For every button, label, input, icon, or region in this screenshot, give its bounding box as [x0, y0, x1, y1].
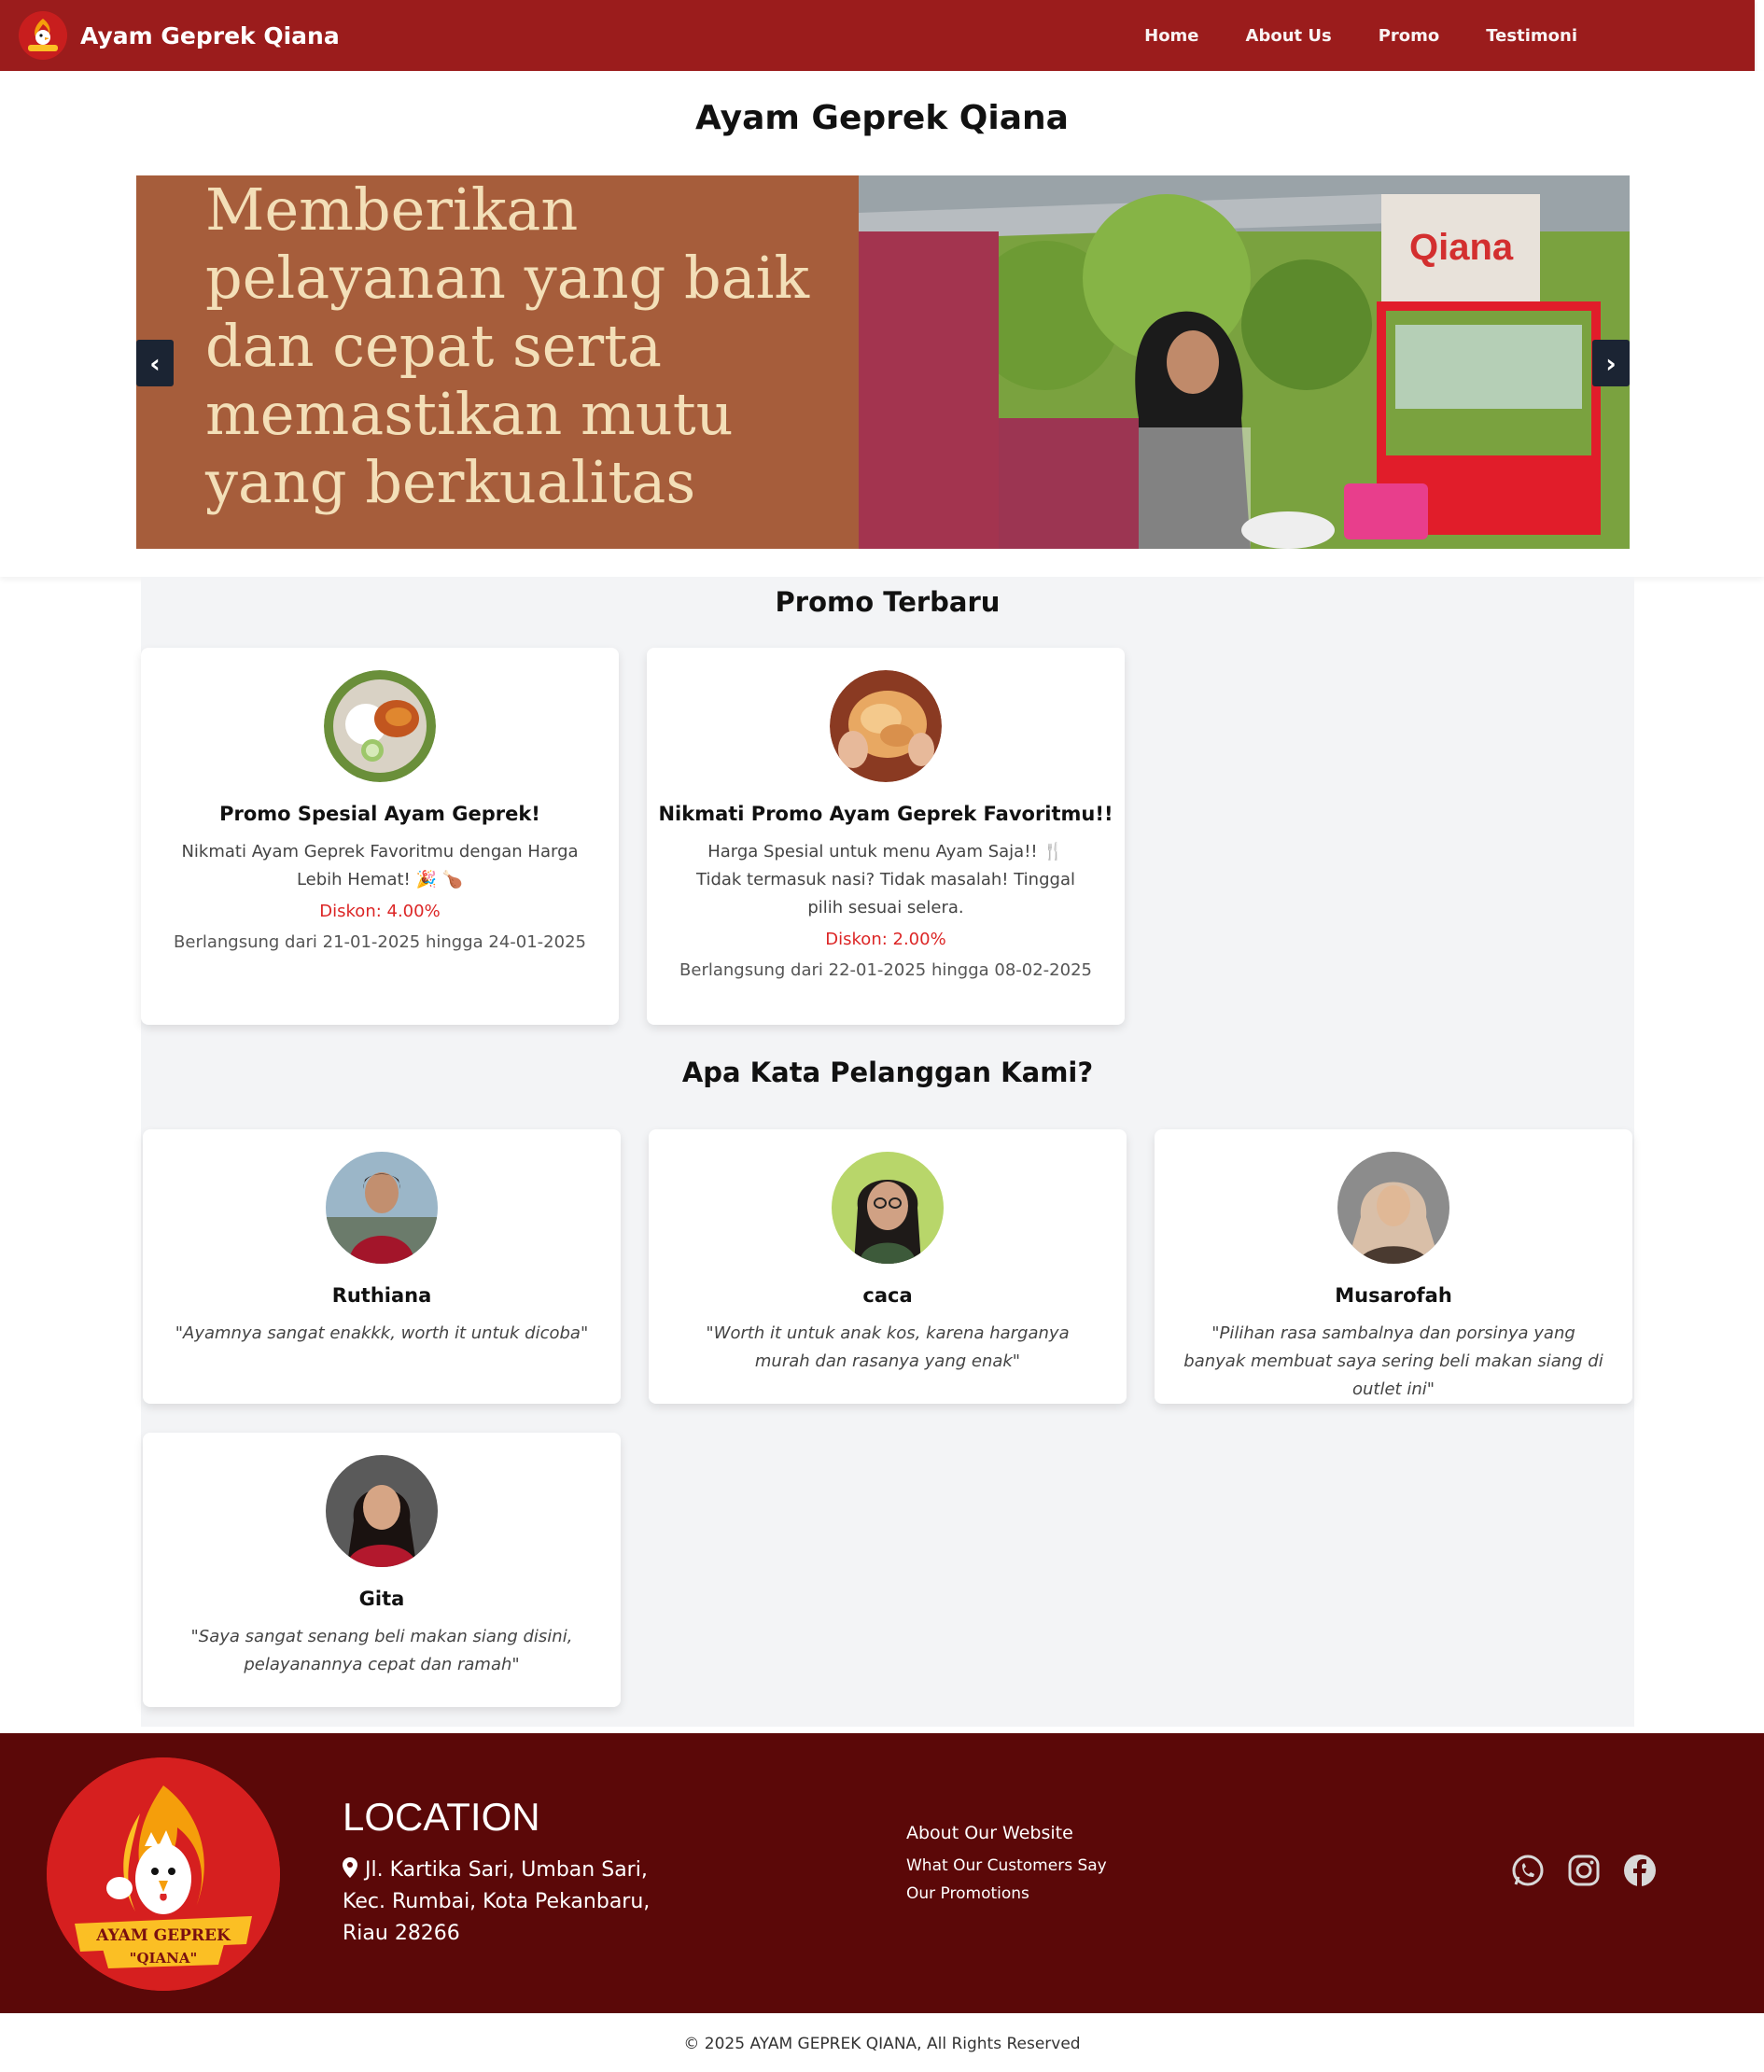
promo-title: Promo Terbaru [775, 586, 1001, 618]
promo-card-discount: Diskon: 2.00% [825, 930, 946, 949]
address-text: Jl. Kartika Sari, Umban Sari, Kec. Rumba… [343, 1858, 651, 1945]
customers-say-link[interactable]: What Our Customers Say [906, 1856, 1107, 1875]
customer-name: Ruthiana [331, 1284, 432, 1307]
nav-link-about[interactable]: About Us [1246, 26, 1332, 46]
page: Ayam Geprek Qiana Home About Us Promo Te… [0, 0, 1764, 2072]
footer-logo-icon: AYAM GEPREK "QIANA" [47, 1757, 280, 1991]
location-address: Jl. Kartika Sari, Umban Sari, Kec. Rumba… [343, 1855, 660, 1950]
nav-link-testimoni[interactable]: Testimoni [1486, 26, 1577, 46]
customer-avatar [832, 1152, 944, 1264]
customer-avatar [326, 1152, 438, 1264]
testimonial-card: Gita "Saya sangat senang beli makan sian… [143, 1433, 621, 1707]
customer-quote: "Pilihan rasa sambalnya dan porsinya yan… [1183, 1323, 1603, 1399]
whatsapp-icon[interactable] [1510, 1853, 1546, 1888]
customer-quote: "Worth it untuk anak kos, karena hargany… [706, 1323, 1070, 1371]
promo-card[interactable]: Promo Spesial Ayam Geprek! Nikmati Ayam … [141, 648, 619, 1025]
brand[interactable]: Ayam Geprek Qiana [19, 11, 340, 60]
slide-text-panel: Memberikan pelayanan yang baik dan cepat… [136, 175, 859, 549]
social-links [1510, 1853, 1678, 1888]
promo-section: Promo Terbaru Promo Spesial Ayam Geprek!… [141, 577, 1634, 1055]
promo-card-title: Nikmati Promo Ayam Geprek Favoritmu!! [658, 803, 1113, 825]
facebook-icon[interactable] [1622, 1853, 1658, 1888]
svg-text:"QIANA": "QIANA" [130, 1950, 198, 1967]
nav-links: Home About Us Promo Testimoni [1098, 0, 1577, 71]
hero-title: Ayam Geprek Qiana [695, 99, 1069, 137]
testimonial-card: Musarofah "Pilihan rasa sambalnya dan po… [1155, 1129, 1632, 1404]
promo-card-date: Berlangsung dari 21-01-2025 hingga 24-01… [174, 932, 586, 952]
promo-card-desc: Harga Spesial untuk menu Ayam Saja!! 🍴 T… [696, 842, 1075, 917]
testimonial-card: caca "Worth it untuk anak kos, karena ha… [649, 1129, 1127, 1404]
about-website-link[interactable]: About Our Website [906, 1823, 1107, 1843]
customer-name: caca [862, 1284, 913, 1307]
carousel: Memberikan pelayanan yang baik dan cepat… [136, 175, 1630, 549]
footer-links: About Our Website What Our Customers Say… [906, 1823, 1107, 1903]
nav-link-home[interactable]: Home [1144, 26, 1198, 46]
carousel-next-button[interactable]: › [1592, 340, 1630, 386]
map-pin-icon [343, 1856, 357, 1878]
testimonial-card: Ruthiana "Ayamnya sangat enakkk, worth i… [143, 1129, 621, 1404]
brand-name: Ayam Geprek Qiana [80, 21, 340, 49]
promo-card-desc: Nikmati Ayam Geprek Favoritmu dengan Har… [181, 842, 579, 889]
brand-logo-icon [19, 11, 67, 60]
location-title: LOCATION [343, 1795, 540, 1839]
nav-link-promo[interactable]: Promo [1379, 26, 1440, 46]
promotions-link[interactable]: Our Promotions [906, 1884, 1107, 1903]
customer-quote: "Ayamnya sangat enakkk, worth it untuk d… [175, 1323, 589, 1343]
footer: AYAM GEPREK "QIANA" LOCATION Jl. Kartika… [0, 1733, 1764, 2013]
svg-text:Qiana: Qiana [1409, 227, 1514, 268]
navbar: Ayam Geprek Qiana Home About Us Promo Te… [0, 0, 1755, 71]
promo-card-title: Promo Spesial Ayam Geprek! [219, 803, 540, 825]
promo-card-discount: Diskon: 4.00% [319, 902, 441, 921]
promo-food-image [830, 670, 942, 782]
carousel-prev-button[interactable]: ‹ [136, 340, 174, 386]
hero-section: Ayam Geprek Qiana Memberikan pelayanan y… [0, 71, 1764, 577]
customer-name: Gita [358, 1588, 405, 1610]
promo-card[interactable]: Nikmati Promo Ayam Geprek Favoritmu!! Ha… [647, 648, 1125, 1025]
customer-avatar [1337, 1152, 1449, 1264]
customer-avatar [326, 1455, 438, 1567]
slide-text: Memberikan pelayanan yang baik dan cepat… [205, 175, 810, 516]
copyright-text: © 2025 AYAM GEPREK QIANA, All Rights Res… [683, 2035, 1081, 2053]
testimoni-title: Apa Kata Pelanggan Kami? [681, 1057, 1094, 1088]
slide-photo: Qiana [859, 175, 1630, 549]
promo-card-date: Berlangsung dari 22-01-2025 hingga 08-02… [679, 960, 1092, 980]
testimoni-section: Apa Kata Pelanggan Kami? Ruthiana "Ayamn… [141, 1055, 1634, 1727]
promo-food-image [324, 670, 436, 782]
instagram-icon[interactable] [1566, 1853, 1602, 1888]
svg-text:AYAM GEPREK: AYAM GEPREK [95, 1926, 231, 1945]
customer-quote: "Saya sangat senang beli makan siang dis… [190, 1627, 573, 1674]
customer-name: Musarofah [1335, 1284, 1452, 1307]
